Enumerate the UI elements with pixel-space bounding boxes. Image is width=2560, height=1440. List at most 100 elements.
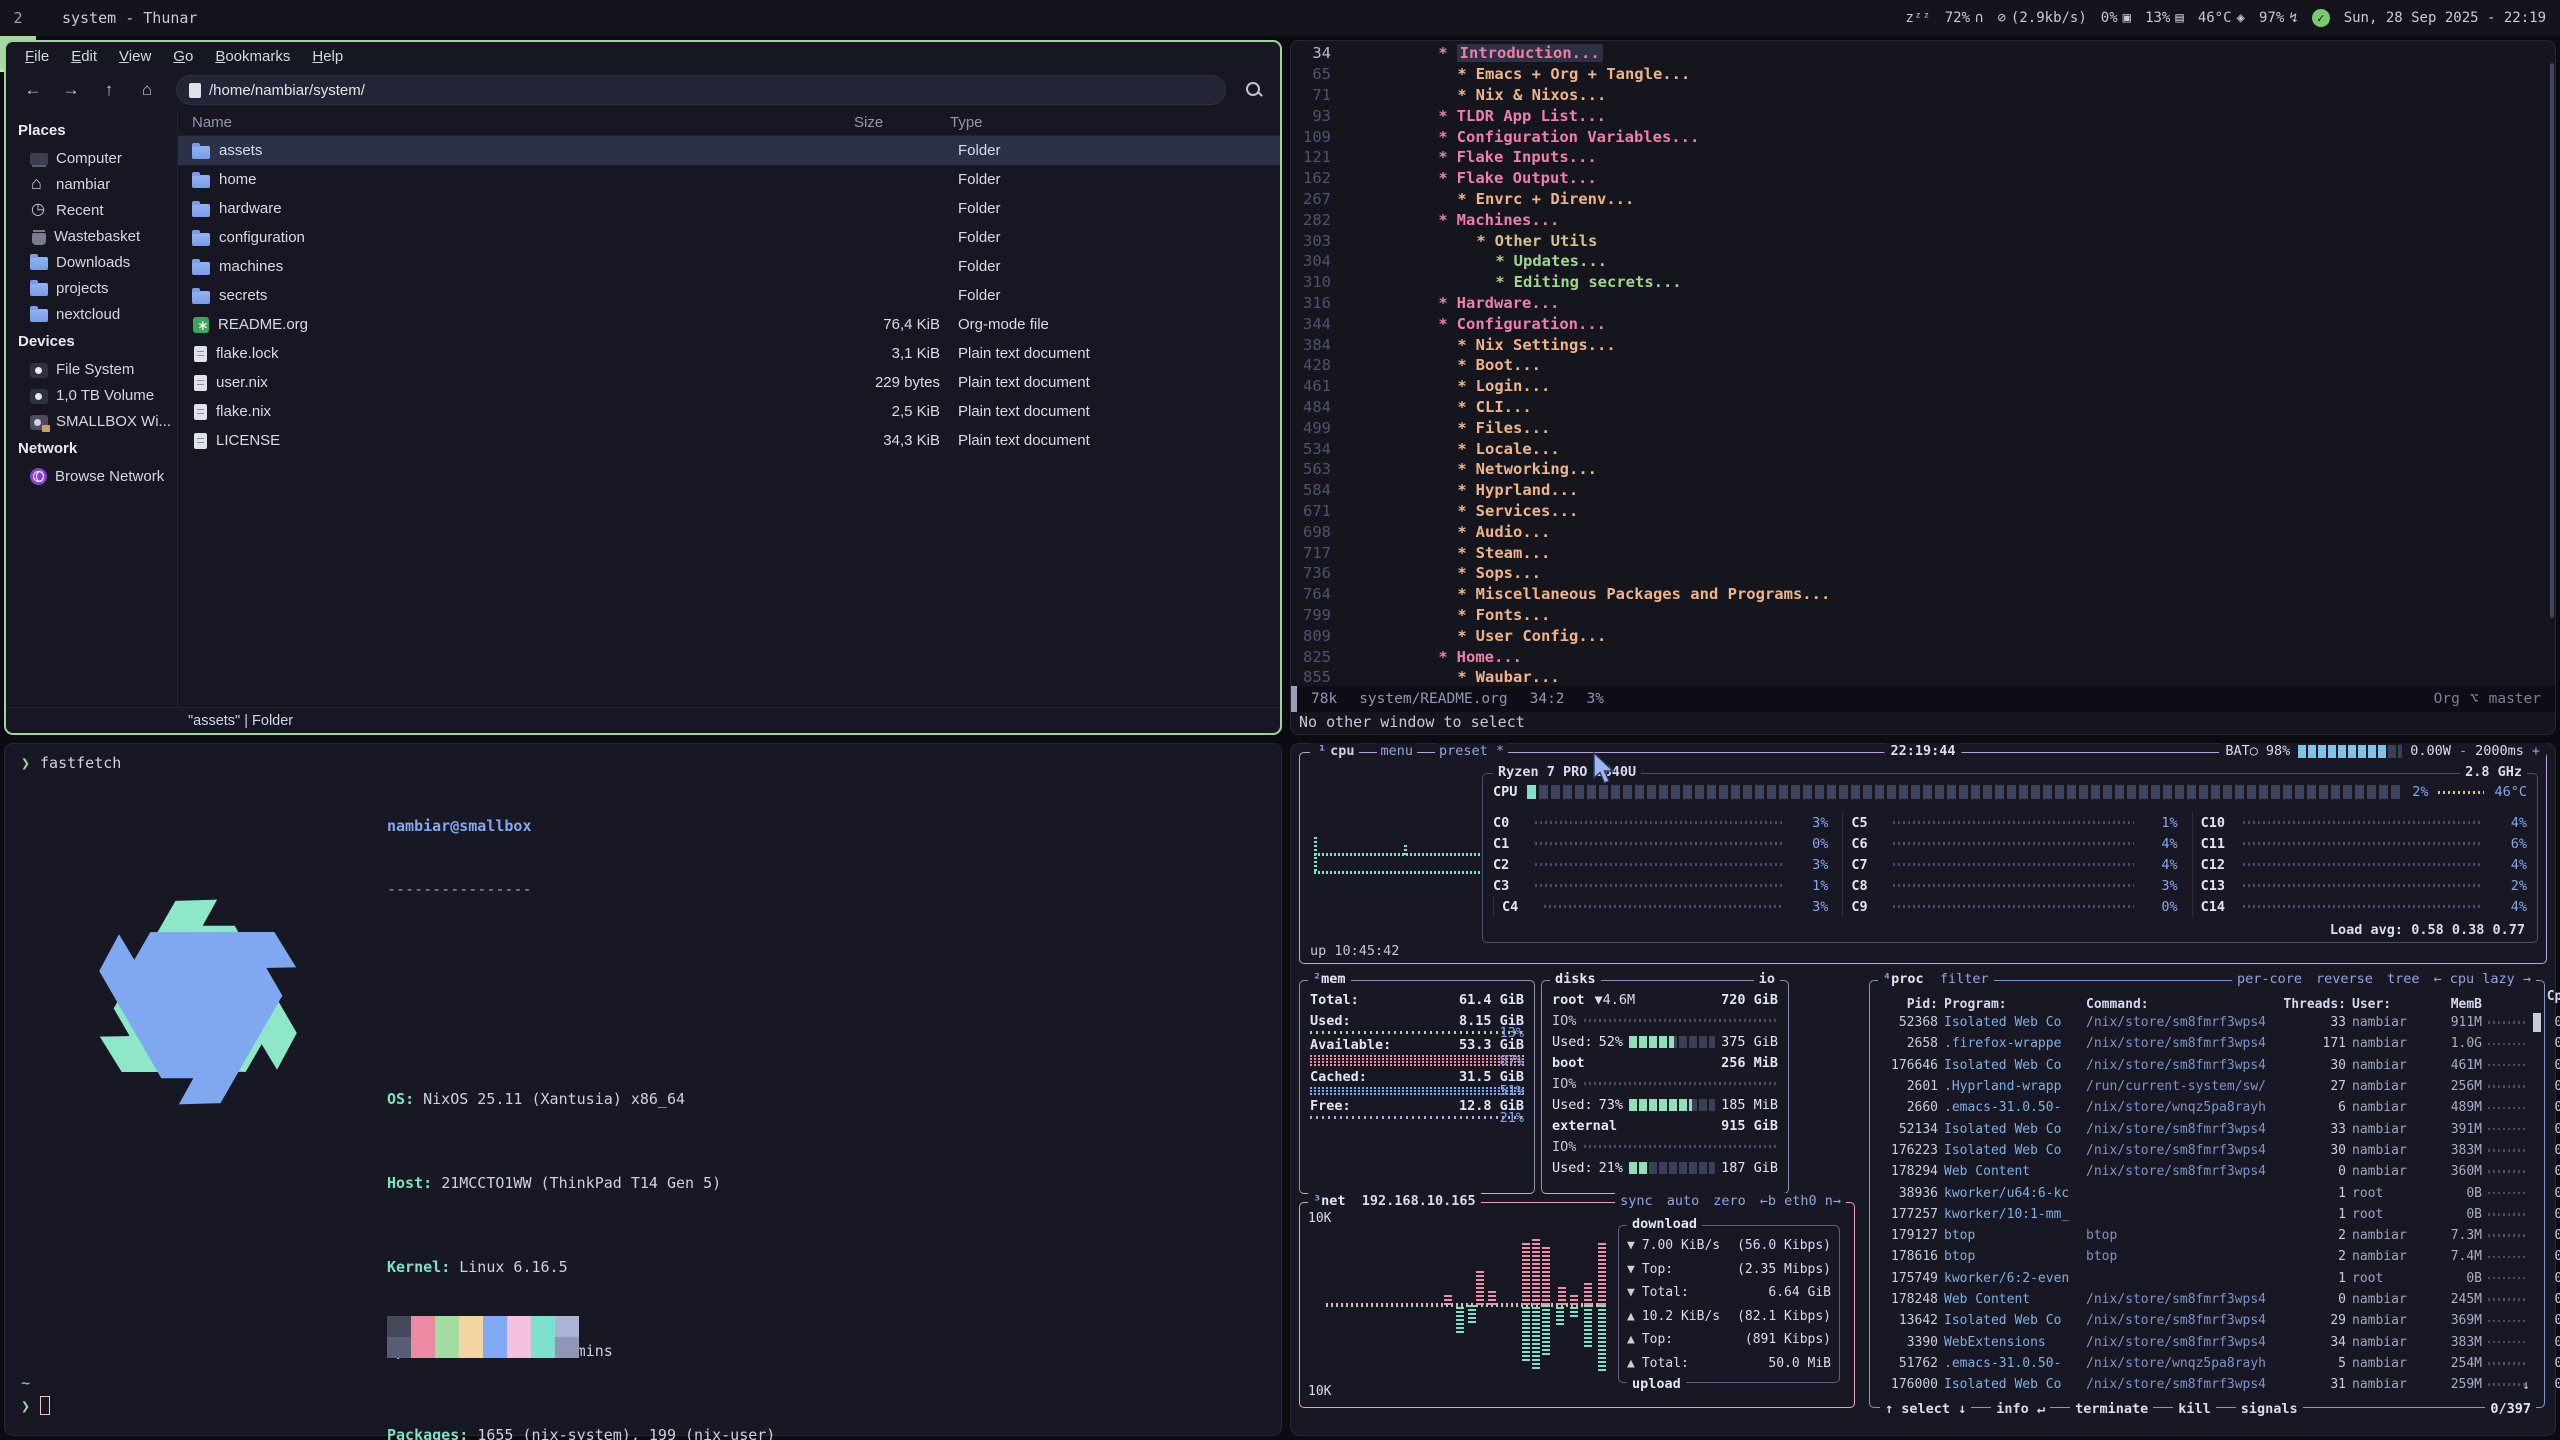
search-icon[interactable] xyxy=(1244,80,1264,100)
process-row[interactable]: 176000 Isolated Web Co /nix/store/sm8fmr… xyxy=(1880,1374,2534,1395)
sort-selector[interactable]: ← cpu lazy → xyxy=(2433,971,2531,987)
net-interface-switch[interactable]: ←b eth0 n→ xyxy=(1760,1193,1841,1209)
process-row[interactable]: 176223 Isolated Web Co /nix/store/sm8fmr… xyxy=(1880,1140,2534,1161)
sidebar-item[interactable]: Downloads xyxy=(6,249,177,275)
file-row[interactable]: user.nix 229 bytes Plain text document xyxy=(178,368,1280,397)
process-row[interactable]: 2658 .firefox-wrappe /nix/store/sm8fmrf3… xyxy=(1880,1033,2534,1054)
process-row[interactable]: 13642 Isolated Web Co /nix/store/sm8fmrf… xyxy=(1880,1310,2534,1331)
sidebar-item[interactable]: Browse Network xyxy=(6,463,177,489)
process-row[interactable]: 51762 .emacs-31.0.50- /nix/store/wnqz5pa… xyxy=(1880,1353,2534,1374)
cpu-panel-title[interactable]: ¹cpu xyxy=(1310,743,1359,759)
net-zero-toggle[interactable]: zero xyxy=(1713,1193,1746,1209)
mem-panel-title[interactable]: ²mem xyxy=(1308,971,1351,987)
sidebar-item-label: Recent xyxy=(56,202,104,219)
file-row[interactable]: LICENSE 34,3 KiB Plain text document xyxy=(178,426,1280,455)
back-button[interactable]: ← xyxy=(16,76,50,104)
filter-button[interactable]: filter xyxy=(1940,971,1989,987)
sidebar-item[interactable]: File System xyxy=(6,356,177,382)
forward-button[interactable]: → xyxy=(54,76,88,104)
file-row[interactable]: secrets Folder xyxy=(178,281,1280,310)
sidebar-item[interactable]: projects xyxy=(6,275,177,301)
file-row[interactable]: flake.nix 2,5 KiB Plain text document xyxy=(178,397,1280,426)
menu-item[interactable]: Edit xyxy=(62,45,106,68)
process-row[interactable]: 175749 kworker/6:2-even 1 root 0B 0.0 xyxy=(1880,1268,2534,1289)
file-row[interactable]: README.org 76,4 KiB Org-mode file xyxy=(178,310,1280,339)
header-command[interactable]: Command: xyxy=(2086,997,2276,1012)
header-pid[interactable]: Pid: xyxy=(1880,997,1938,1012)
process-mem: 245M xyxy=(2432,1292,2482,1307)
process-row[interactable]: 177257 kworker/10:1-mm_ 1 root 0B 0.0 xyxy=(1880,1204,2534,1225)
process-row[interactable]: 52368 Isolated Web Co /nix/store/sm8fmrf… xyxy=(1880,1012,2534,1033)
process-action[interactable]: ↑ select ↓ xyxy=(1880,1401,1971,1417)
workspace-button[interactable]: 2 xyxy=(0,0,36,36)
menu-item[interactable]: Help xyxy=(303,45,352,68)
net-sync-toggle[interactable]: sync xyxy=(1620,1193,1653,1209)
org-heading-line[interactable]: 855 *Waubar... xyxy=(1291,667,2555,688)
io-toggle[interactable]: io xyxy=(1754,971,1780,987)
file-row[interactable]: hardware Folder xyxy=(178,194,1280,223)
process-row[interactable]: 176646 Isolated Web Co /nix/store/sm8fmr… xyxy=(1880,1055,2534,1076)
process-row[interactable]: 178294 Web Content /nix/store/sm8fmrf3wp… xyxy=(1880,1161,2534,1182)
proc-panel-title[interactable]: ⁴proc filter xyxy=(1878,971,1994,987)
org-buffer[interactable]: 34 *Introduction... 65 *Emacs + Org + Ta… xyxy=(1291,43,2555,688)
process-action[interactable]: terminate xyxy=(2070,1401,2153,1417)
preset-button[interactable]: preset * xyxy=(1435,743,1508,759)
org-star[interactable]: * xyxy=(1457,668,1466,686)
core-percent: 4% xyxy=(2142,857,2178,873)
disk-activity: ▼4.6M xyxy=(1595,992,1636,1008)
core-row: C13 2% xyxy=(2192,875,2527,896)
file-row[interactable]: assets Folder xyxy=(178,136,1280,165)
sidebar-item[interactable]: Recent xyxy=(6,197,177,223)
disks-panel-title[interactable]: disks xyxy=(1550,971,1601,987)
process-scrollbar-thumb[interactable] xyxy=(2533,1013,2541,1032)
up-button[interactable]: ↑ xyxy=(92,76,126,104)
process-row[interactable]: 2601 .Hyprland-wrapp /run/current-system… xyxy=(1880,1076,2534,1097)
sidebar-item[interactable]: SMALLBOX Wi... xyxy=(6,408,177,434)
header-threads[interactable]: Threads: xyxy=(2282,997,2346,1012)
process-row[interactable]: 38936 kworker/u64:6-kc 1 root 0B 0.0 xyxy=(1880,1182,2534,1203)
file-row[interactable]: home Folder xyxy=(178,165,1280,194)
process-row[interactable]: 178616 btop btop 2 nambiar 7.4M 0.0 xyxy=(1880,1246,2534,1267)
net-panel-title[interactable]: ³net 192.168.10.165 xyxy=(1308,1193,1481,1209)
header-mem[interactable]: MemB xyxy=(2432,997,2482,1012)
menu-item[interactable]: Go xyxy=(164,45,202,68)
sidebar-item[interactable]: 1,0 TB Volume xyxy=(6,382,177,408)
core-percent: 6% xyxy=(2491,836,2527,852)
net-auto-toggle[interactable]: auto xyxy=(1667,1193,1700,1209)
process-row[interactable]: 2660 .emacs-31.0.50- /nix/store/wnqz5pa8… xyxy=(1880,1097,2534,1118)
file-row[interactable]: flake.lock 3,1 KiB Plain text document xyxy=(178,339,1280,368)
path-bar[interactable]: /home/nambiar/system/ xyxy=(176,75,1226,105)
column-type[interactable]: Type xyxy=(950,114,1280,131)
file-row[interactable]: machines Folder xyxy=(178,252,1280,281)
sidebar-item[interactable]: Wastebasket xyxy=(6,223,177,249)
sidebar-item[interactable]: nambiar xyxy=(6,171,177,197)
interval-plus[interactable]: + xyxy=(2532,743,2540,759)
per-core-toggle[interactable]: per-core xyxy=(2237,971,2302,987)
process-row[interactable]: 178248 Web Content /nix/store/sm8fmrf3wp… xyxy=(1880,1289,2534,1310)
process-row[interactable]: 52134 Isolated Web Co /nix/store/sm8fmrf… xyxy=(1880,1118,2534,1139)
home-button[interactable]: ⌂ xyxy=(130,76,164,104)
menu-item[interactable]: View xyxy=(110,45,160,68)
fastfetch-terminal[interactable]: ❯ fastfetch nambiar@smallbox -----------… xyxy=(4,743,1282,1436)
column-size[interactable]: Size xyxy=(854,114,950,131)
sidebar-item[interactable]: Computer xyxy=(6,145,177,171)
scrollbar[interactable] xyxy=(2550,63,2554,618)
process-action[interactable]: signals xyxy=(2236,1401,2303,1417)
process-row[interactable]: 3390 WebExtensions /nix/store/sm8fmrf3wp… xyxy=(1880,1331,2534,1352)
interval-minus[interactable]: - xyxy=(2459,743,2467,759)
reverse-toggle[interactable]: reverse xyxy=(2316,971,2373,987)
menu-item[interactable]: Bookmarks xyxy=(206,45,299,68)
process-action[interactable]: info ↵ xyxy=(1991,1401,2050,1417)
header-user[interactable]: User: xyxy=(2352,997,2426,1012)
process-action[interactable]: kill xyxy=(2173,1401,2216,1417)
file-row[interactable]: configuration Folder xyxy=(178,223,1280,252)
column-name[interactable]: Name xyxy=(192,114,854,131)
sidebar-item[interactable]: nextcloud xyxy=(6,301,177,327)
shell-prompt-empty[interactable]: ~ ❯ xyxy=(21,1372,50,1418)
process-row[interactable]: 179127 btop btop 2 nambiar 7.3M 0.0 xyxy=(1880,1225,2534,1246)
tree-toggle[interactable]: tree xyxy=(2387,971,2420,987)
menu-item[interactable]: File xyxy=(16,45,58,68)
color-swatch xyxy=(459,1337,483,1358)
header-program[interactable]: Program: xyxy=(1944,997,2080,1012)
menu-button[interactable]: menu xyxy=(1377,743,1418,759)
